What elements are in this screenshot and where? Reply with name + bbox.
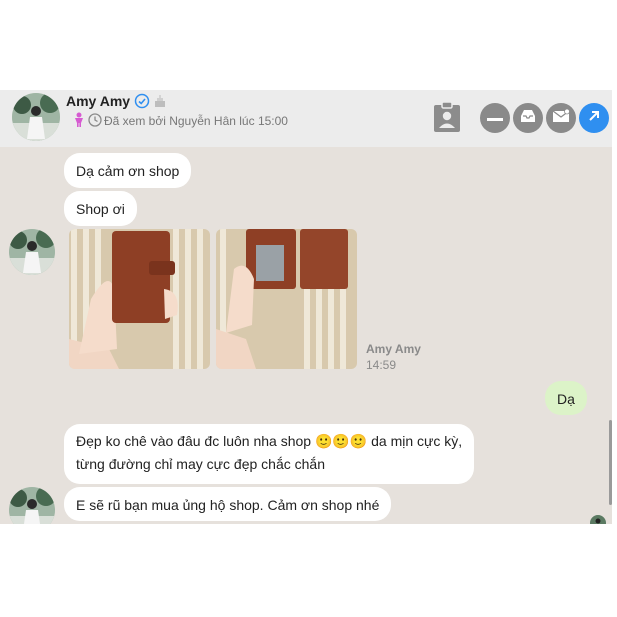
message-line: từng đường chỉ may cực đẹp chắc chắn: [76, 456, 325, 472]
message-bubble: E sẽ rũ bạn mua ủng hộ shop. Cảm ơn shop…: [64, 487, 392, 521]
message-bubble: Đẹp ko chê vào đâu đc luôn nha shop 🙂🙂🙂 …: [64, 424, 475, 484]
photo-attachment[interactable]: [69, 229, 210, 369]
sender-avatar[interactable]: [9, 229, 55, 275]
sender-avatar[interactable]: [9, 487, 55, 524]
contact-name[interactable]: Amy Amy: [66, 93, 130, 109]
message-bubble: Dạ cảm ơn shop: [64, 153, 192, 188]
photo-sender-name: Amy Amy: [366, 342, 421, 356]
own-message-bubble: Dạ: [545, 381, 587, 415]
open-external-icon: [587, 109, 601, 128]
scrollbar[interactable]: [609, 420, 612, 505]
inbox-icon: [520, 109, 536, 128]
message-line: Đẹp ko chê vào đâu đc luôn nha shop 🙂🙂🙂 …: [76, 433, 463, 449]
minimize-icon: [487, 109, 503, 127]
open-external-button[interactable]: [579, 103, 609, 133]
birthday-cake-icon: [152, 93, 168, 114]
chat-header: Amy Amy Đã xem bởi Nguyễn Hân lúc 15:00: [0, 90, 612, 147]
seen-avatar: [590, 515, 606, 524]
female-icon: [72, 112, 86, 133]
mail-button[interactable]: [546, 103, 576, 133]
verified-icon: [134, 93, 150, 114]
message-bubble: Shop ơi: [64, 191, 137, 226]
inbox-button[interactable]: [513, 103, 543, 133]
minimize-button[interactable]: [480, 103, 510, 133]
clock-icon: [88, 113, 102, 132]
mail-icon: [552, 108, 570, 128]
contact-card-icon[interactable]: [433, 101, 461, 138]
seen-status: Đã xem bởi Nguyễn Hân lúc 15:00: [104, 114, 288, 128]
chat-panel: Amy Amy Đã xem bởi Nguyễn Hân lúc 15:00: [0, 90, 612, 524]
header-avatar[interactable]: [12, 93, 60, 141]
photo-attachment[interactable]: [216, 229, 357, 369]
photo-timestamp: 14:59: [366, 358, 397, 372]
